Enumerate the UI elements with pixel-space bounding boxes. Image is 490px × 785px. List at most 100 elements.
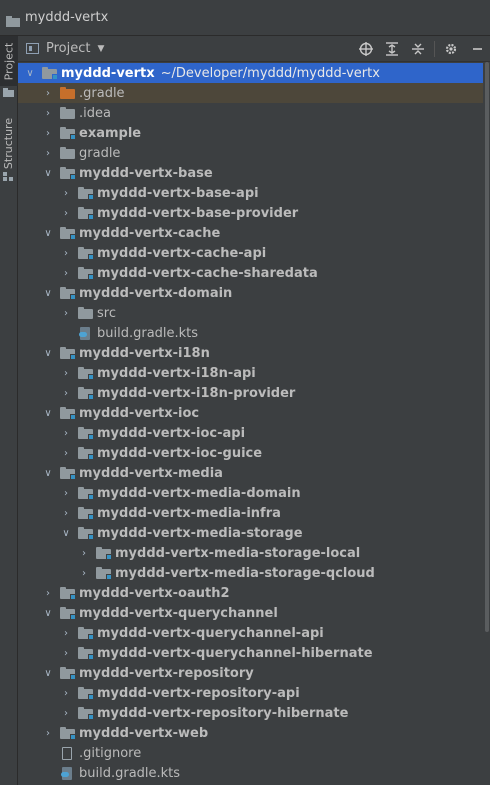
- chevron-right-icon[interactable]: ›: [60, 488, 72, 499]
- chevron-right-icon[interactable]: ›: [60, 308, 72, 319]
- chevron-right-icon[interactable]: ›: [78, 568, 90, 579]
- tree-row[interactable]: › myddd-vertx-base-provider: [18, 203, 483, 223]
- tree-row[interactable]: › myddd-vertx-repository-api: [18, 683, 483, 703]
- tree-row[interactable]: › myddd-vertx-base-api: [18, 183, 483, 203]
- chevron-right-icon[interactable]: ›: [60, 208, 72, 219]
- project-tool-tab[interactable]: Project: [0, 36, 18, 86]
- tree-row[interactable]: › gradle: [18, 143, 483, 163]
- tree-item-label: myddd-vertx-querychannel: [79, 605, 278, 621]
- chevron-right-icon[interactable]: ›: [60, 368, 72, 379]
- chevron-right-icon[interactable]: ›: [42, 128, 54, 139]
- expand-all-icon[interactable]: [379, 36, 405, 62]
- tree-row[interactable]: › myddd-vertx-querychannel-api: [18, 623, 483, 643]
- tree-row[interactable]: ∨ myddd-vertx-domain: [18, 283, 483, 303]
- chevron-right-icon[interactable]: ›: [60, 188, 72, 199]
- chevron-down-icon[interactable]: ∨: [42, 668, 54, 679]
- module-folder-icon: [78, 487, 94, 500]
- tree-row[interactable]: › myddd-vertx-repository-hibernate: [18, 703, 483, 723]
- tree-item-label: build.gradle.kts: [79, 765, 181, 781]
- hide-icon[interactable]: [464, 36, 490, 62]
- tree-item-label: myddd-vertx-base-api: [97, 185, 259, 201]
- collapse-all-icon[interactable]: [405, 36, 431, 62]
- chevron-right-icon[interactable]: ›: [78, 548, 90, 559]
- tree-row[interactable]: › myddd-vertx-web: [18, 723, 483, 743]
- tree-row[interactable]: › myddd-vertx-ioc-api: [18, 423, 483, 443]
- project-tree[interactable]: ∨ myddd-vertx ~/Developer/myddd/myddd-vert…: [18, 62, 483, 785]
- tree-row[interactable]: ∨ myddd-vertx-cache: [18, 223, 483, 243]
- chevron-right-icon[interactable]: ›: [60, 628, 72, 639]
- chevron-down-icon[interactable]: ∨: [42, 608, 54, 619]
- tree-row[interactable]: › myddd-vertx-i18n-provider: [18, 383, 483, 403]
- folder-icon: [60, 147, 75, 159]
- tree-row[interactable]: › myddd-vertx-media-domain: [18, 483, 483, 503]
- chevron-down-icon[interactable]: ∨: [42, 408, 54, 419]
- folder-icon: [3, 88, 14, 97]
- tree-row[interactable]: ›build.gradle.kts: [18, 323, 483, 343]
- project-path: ~/Developer/myddd/myddd-vertx: [160, 65, 380, 81]
- toolbar-separator: [434, 41, 435, 57]
- tree-row[interactable]: › myddd-vertx-ioc-guice: [18, 443, 483, 463]
- chevron-down-icon[interactable]: ∨: [42, 228, 54, 239]
- tree-row[interactable]: › myddd-vertx-media-storage-local: [18, 543, 483, 563]
- tree-row[interactable]: ∨ myddd-vertx-repository: [18, 663, 483, 683]
- chevron-down-icon[interactable]: ∨: [60, 528, 72, 539]
- chevron-right-icon[interactable]: ›: [42, 148, 54, 159]
- tree-row[interactable]: › myddd-vertx-media-infra: [18, 503, 483, 523]
- tree-row[interactable]: › myddd-vertx-oauth2: [18, 583, 483, 603]
- chevron-down-icon[interactable]: ∨: [42, 348, 54, 359]
- chevron-right-icon[interactable]: ›: [60, 688, 72, 699]
- folder-icon: [6, 12, 20, 27]
- locate-icon[interactable]: [353, 36, 379, 62]
- gear-icon[interactable]: [438, 36, 464, 62]
- module-folder-icon: [78, 647, 94, 660]
- chevron-right-icon[interactable]: ›: [60, 708, 72, 719]
- chevron-right-icon[interactable]: ›: [42, 88, 54, 99]
- tree-row[interactable]: › example: [18, 123, 483, 143]
- scrollbar-thumb[interactable]: [485, 62, 489, 632]
- chevron-right-icon[interactable]: ›: [60, 388, 72, 399]
- tree-row[interactable]: ∨ myddd-vertx-ioc: [18, 403, 483, 423]
- tree-item-label: myddd-vertx-repository-hibernate: [97, 705, 349, 721]
- tree-row[interactable]: ∨ myddd-vertx-i18n: [18, 343, 483, 363]
- tree-item-label: myddd-vertx-i18n-provider: [97, 385, 296, 401]
- tree-row[interactable]: › .idea: [18, 103, 483, 123]
- tree-item-label: myddd-vertx-i18n-api: [97, 365, 256, 381]
- tree-row[interactable]: › myddd-vertx-media-storage-qcloud: [18, 563, 483, 583]
- tree-row[interactable]: ›build.gradle.kts: [18, 763, 483, 783]
- tree-row[interactable]: › myddd-vertx-querychannel-hibernate: [18, 643, 483, 663]
- chevron-down-icon[interactable]: ∨: [42, 288, 54, 299]
- tree-row[interactable]: ∨ myddd-vertx ~/Developer/myddd/myddd-vert…: [18, 63, 483, 83]
- chevron-right-icon[interactable]: ›: [42, 588, 54, 599]
- tree-item-label: myddd-vertx-cache-sharedata: [97, 265, 318, 281]
- chevron-right-icon[interactable]: ›: [60, 448, 72, 459]
- tree-row[interactable]: › myddd-vertx-i18n-api: [18, 363, 483, 383]
- chevron-right-icon[interactable]: ›: [42, 108, 54, 119]
- tree-row[interactable]: › src: [18, 303, 483, 323]
- tree-item-label: .idea: [79, 105, 111, 121]
- tree-row[interactable]: ∨ myddd-vertx-querychannel: [18, 603, 483, 623]
- chevron-down-icon[interactable]: ∨: [42, 168, 54, 179]
- module-folder-icon: [78, 367, 94, 380]
- chevron-right-icon[interactable]: ›: [60, 648, 72, 659]
- tree-item-label: myddd-vertx-ioc-api: [97, 425, 246, 441]
- tree-row[interactable]: › myddd-vertx-cache-api: [18, 243, 483, 263]
- chevron-right-icon[interactable]: ›: [60, 508, 72, 519]
- module-folder-icon: [78, 687, 94, 700]
- chevron-right-icon[interactable]: ›: [60, 248, 72, 259]
- tree-item-label: myddd-vertx-media-domain: [97, 485, 301, 501]
- structure-tool-tab[interactable]: Structure: [0, 108, 18, 178]
- module-folder-icon: [42, 67, 58, 80]
- vertical-scrollbar[interactable]: [484, 62, 490, 785]
- tree-row[interactable]: › myddd-vertx-cache-sharedata: [18, 263, 483, 283]
- chevron-right-icon[interactable]: ›: [60, 268, 72, 279]
- chevron-right-icon[interactable]: ›: [60, 428, 72, 439]
- tree-row[interactable]: › .gradle: [18, 83, 483, 103]
- tree-row[interactable]: ∨ myddd-vertx-media-storage: [18, 523, 483, 543]
- project-view-selector[interactable]: Project ▼: [18, 41, 104, 56]
- tree-row[interactable]: ∨ myddd-vertx-media: [18, 463, 483, 483]
- tree-row[interactable]: ›.gitignore: [18, 743, 483, 763]
- chevron-down-icon[interactable]: ∨: [42, 468, 54, 479]
- chevron-right-icon[interactable]: ›: [42, 728, 54, 739]
- tree-row[interactable]: ∨ myddd-vertx-base: [18, 163, 483, 183]
- chevron-down-icon[interactable]: ∨: [24, 68, 36, 79]
